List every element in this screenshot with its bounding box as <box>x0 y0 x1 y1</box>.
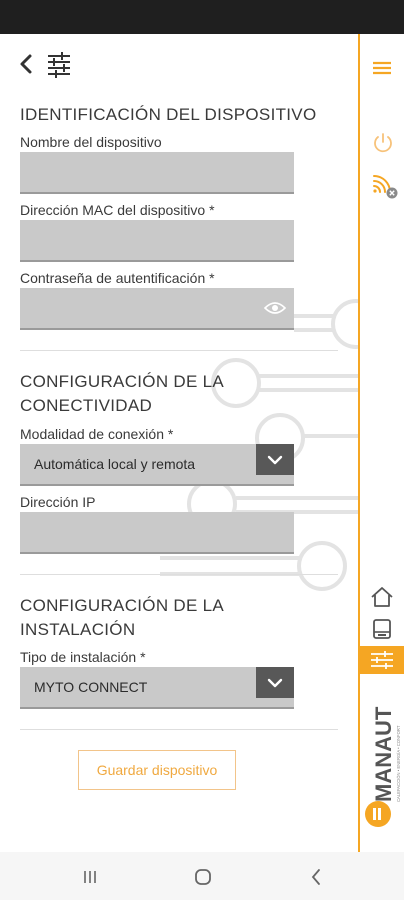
main-content: IDENTIFICACIÓN DEL DISPOSITIVO Nombre de… <box>0 34 358 852</box>
section-title-connectivity-line1: CONFIGURACIÓN DE LA <box>20 372 225 391</box>
device-name-input[interactable] <box>20 152 294 194</box>
installation-type-select[interactable]: MYTO CONNECT <box>20 667 294 709</box>
brand-tagline: CALEFACCIÓN • ENERGÍA • CONFORT <box>396 725 401 802</box>
connection-mode-value: Automática local y remota <box>34 456 196 472</box>
connection-mode-label: Modalidad de conexión * <box>20 426 174 442</box>
settings-nav-active[interactable] <box>360 646 404 674</box>
sliders-icon[interactable] <box>46 50 72 80</box>
section-divider <box>20 729 338 730</box>
password-label: Contraseña de autentificación * <box>20 270 215 286</box>
connection-mode-select[interactable]: Automática local y remota <box>20 444 294 486</box>
section-divider <box>20 350 338 351</box>
section-title-installation-line2: INSTALACIÓN <box>20 620 136 639</box>
section-divider <box>20 574 338 575</box>
mac-address-input[interactable] <box>20 220 294 262</box>
side-panel: MANAUT CALEFACCIÓN • ENERGÍA • CONFORT <box>358 34 404 852</box>
installation-type-label: Tipo de instalación * <box>20 649 146 665</box>
save-device-button[interactable]: Guardar dispositivo <box>78 750 236 790</box>
power-icon[interactable] <box>372 132 394 154</box>
top-bar <box>0 34 358 96</box>
home-button-icon[interactable] <box>194 868 212 886</box>
dropdown-arrow[interactable] <box>256 444 294 475</box>
wifi-off-icon[interactable] <box>370 170 400 200</box>
android-navigation-bar <box>0 852 404 900</box>
status-bar <box>0 0 404 34</box>
chevron-left-icon[interactable] <box>18 52 34 76</box>
brand-name: MANAUT <box>371 706 396 802</box>
eye-icon[interactable] <box>264 300 286 316</box>
device-name-label: Nombre del dispositivo <box>20 134 162 150</box>
installation-type-value: MYTO CONNECT <box>34 679 148 695</box>
mac-address-label: Dirección MAC del dispositivo * <box>20 202 215 218</box>
home-icon[interactable] <box>370 586 394 608</box>
manaut-logo: MANAUT CALEFACCIÓN • ENERGÍA • CONFORT <box>364 694 404 834</box>
section-title-connectivity-line2: CONECTIVIDAD <box>20 396 153 415</box>
hamburger-menu-icon[interactable] <box>372 60 392 76</box>
tablet-icon[interactable] <box>372 618 392 640</box>
section-title-installation-line1: CONFIGURACIÓN DE LA <box>20 596 225 615</box>
dropdown-arrow[interactable] <box>256 667 294 698</box>
chevron-down-icon <box>267 678 283 688</box>
password-input[interactable] <box>20 288 294 330</box>
recent-apps-icon[interactable] <box>82 870 98 884</box>
back-button-icon[interactable] <box>310 868 322 886</box>
chevron-down-icon <box>267 455 283 465</box>
sliders-icon <box>371 651 393 669</box>
ip-address-label: Dirección IP <box>20 494 96 510</box>
section-title-device-identification: IDENTIFICACIÓN DEL DISPOSITIVO <box>20 105 317 124</box>
ip-address-input[interactable] <box>20 512 294 554</box>
